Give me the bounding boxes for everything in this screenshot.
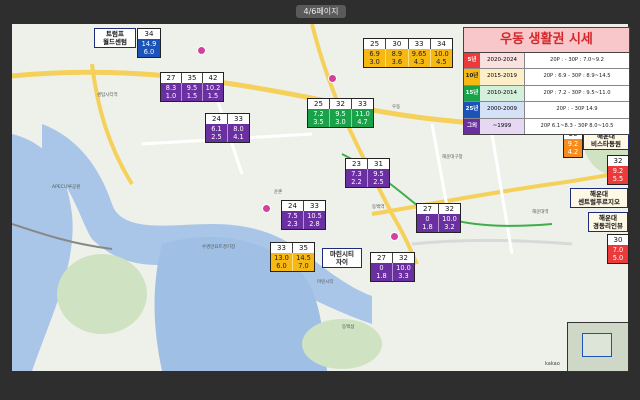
price-cell: 9.65 4.3 [408, 49, 431, 67]
legend-title: 우동 생활권 시세 [464, 28, 629, 53]
price-cell: 6.9 3.0 [364, 49, 387, 67]
price-cell: 10.0 3.3 [393, 263, 414, 281]
price-table: 27 32 0 1.8 10.0 3.2 [416, 203, 461, 233]
poi-label: 해운대구청 [442, 155, 463, 160]
minimap-viewport[interactable] [582, 333, 612, 357]
legend-row: 5년 2020-2024 20P : - 30P : 7.0~9.2 [464, 53, 629, 70]
price-cell: 9.5 3.0 [330, 109, 352, 127]
poi-label: APEC나루공원 [52, 185, 81, 190]
poi-label: 운촌 [274, 190, 283, 195]
poi-label: 해운대역 [532, 210, 549, 215]
price-cell: 7.2 3.5 [308, 109, 330, 127]
price-cell: 13.0 6.0 [271, 253, 293, 271]
price-table: 24 33 7.5 2.3 10.5 2.8 [281, 200, 326, 230]
price-cell: 10.0 4.5 [430, 49, 452, 67]
price-cell: 8.3 1.0 [161, 83, 182, 101]
price-cell: 8.0 4.1 [228, 124, 249, 142]
price-table: 24 33 6.1 2.5 8.0 4.1 [205, 113, 250, 143]
price-table-trump: 34 14.9 6.0 [137, 28, 161, 58]
poi-label: 우동 [392, 105, 401, 110]
viewer-bottombar [0, 372, 640, 400]
price-cell: 0 1.8 [371, 263, 393, 281]
price-cell: 14.5 7.0 [293, 253, 314, 271]
price-cell: 0 1.8 [417, 214, 439, 232]
price-table: 23 31 7.3 2.2 9.5 2.5 [345, 158, 390, 188]
price-cell: 14.9 6.0 [138, 39, 160, 57]
price-cell: 9.2 4.2 [564, 139, 582, 157]
complex-label-central: 해운대 센트럴푸르지오 [570, 188, 628, 208]
size-header: 34 [144, 30, 154, 38]
poi-label: 수영만요트경기장 [202, 245, 236, 250]
poi-label: 센텀시티역 [97, 93, 118, 98]
price-cell: 10.2 1.5 [203, 83, 223, 101]
price-table: 32 9.2 5.5 [607, 155, 629, 185]
map-attribution: kakao [545, 361, 560, 367]
legend-row: 25년 2000-2009 20P : - 30P 14.9 [464, 102, 629, 119]
price-cell: 10.5 2.8 [304, 211, 325, 229]
price-cell: 9.2 5.5 [608, 166, 628, 184]
price-cell: 9.5 1.5 [182, 83, 203, 101]
legend-row: 15년 2010-2014 20P : 7.2 - 30P : 9.5~11.0 [464, 85, 629, 103]
viewer-topbar: 4/6페이지 [0, 0, 640, 22]
minimap[interactable] [567, 322, 629, 372]
price-cell: 7.5 2.3 [282, 211, 304, 229]
price-cell: 9.5 2.5 [368, 169, 389, 187]
poi-label: 동백역 [372, 205, 385, 210]
price-table: 30 7.0 5.0 [607, 234, 629, 264]
complex-label-marina: 마린시티 자이 [322, 248, 362, 268]
price-table: 33 35 13.0 6.0 14.5 7.0 [270, 242, 315, 272]
complex-label-gyeongdong: 해운대 경동리인뷰 [588, 212, 628, 232]
page-indicator: 4/6페이지 [296, 5, 346, 18]
price-cell: 6.1 2.5 [206, 124, 228, 142]
poi-label: 동백섬 [342, 325, 355, 330]
poi-label: 마린시티 [317, 280, 334, 285]
legend-row: 그외 ~1999 20P 6.1~8.3 - 30P 8.0~10.5 [464, 118, 629, 134]
price-table: 25 32 33 7.2 3.5 9.5 3.0 11.0 4.7 [307, 98, 374, 128]
complex-label-trump: 트럼프 월드센텀 [94, 28, 136, 48]
price-cell: 7.3 2.2 [346, 169, 368, 187]
legend-row: 10년 2015-2019 20P : 6.9 - 30P : 8.9~14.5 [464, 69, 629, 86]
price-table: 27 32 0 1.8 10.0 3.3 [370, 252, 415, 282]
price-cell: 7.0 5.0 [608, 245, 628, 263]
price-legend: 우동 생활권 시세 5년 2020-2024 20P : - 30P : 7.0… [463, 27, 630, 135]
price-cell: 8.9 3.6 [386, 49, 409, 67]
apartment-pin[interactable] [262, 204, 271, 213]
apartment-pin[interactable] [197, 46, 206, 55]
price-cell: 10.0 3.2 [439, 214, 460, 232]
price-table: 25 30 33 34 6.9 3.0 8.9 3.6 9.65 4.3 10.0 4.5 [363, 38, 453, 68]
price-table: 27 35 42 8.3 1.0 9.5 1.5 10.2 1.5 [160, 72, 224, 102]
price-cell: 11.0 4.7 [352, 109, 373, 127]
apartment-pin[interactable] [328, 74, 337, 83]
apartment-pin[interactable] [390, 232, 399, 241]
